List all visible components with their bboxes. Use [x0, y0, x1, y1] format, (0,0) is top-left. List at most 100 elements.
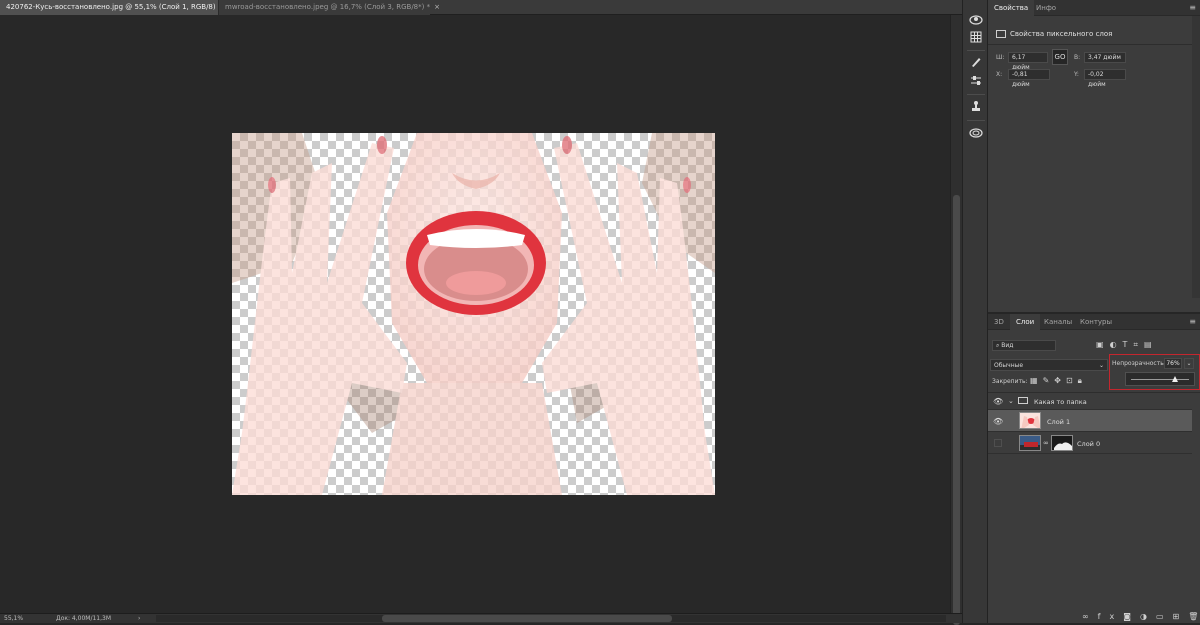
opacity-slider-track[interactable]: [1131, 379, 1189, 380]
width-field[interactable]: 6,17 дюйм: [1008, 52, 1048, 71]
chevron-down-icon: ⌄: [1186, 360, 1192, 367]
opacity-label: Непрозрачность:: [1112, 360, 1166, 367]
tab-layers[interactable]: Слои: [1010, 314, 1041, 330]
layers-panel-tabs: 3D Слои Каналы Контуры ≡: [988, 314, 1200, 330]
panel-menu-icon[interactable]: ≡: [1189, 4, 1196, 12]
lock-transparent-icon[interactable]: ▦: [1030, 376, 1043, 385]
adjust-sliders-icon[interactable]: [968, 75, 984, 89]
properties-panel: Свойства Инфо ≡ Свойства пиксельного сло…: [988, 0, 1200, 312]
visibility-toggle[interactable]: [994, 439, 1002, 447]
document-tab-inactive[interactable]: mwroad-восстановлено.jpeg @ 16,7% (Слой …: [218, 0, 440, 15]
close-tab-icon[interactable]: ×: [434, 3, 440, 11]
lock-icons: ▦✎✥⊡🔒︎: [1030, 376, 1087, 386]
link-dimensions-button[interactable]: GO: [1052, 49, 1068, 65]
image-icon: [996, 30, 1006, 38]
lock-artboard-icon[interactable]: ⊡: [1066, 376, 1078, 385]
tab-properties[interactable]: Свойства: [988, 0, 1035, 16]
panel-icon-strip: [962, 0, 988, 623]
visibility-eye-icon[interactable]: 👁︎: [993, 417, 1003, 426]
scrollbar-thumb[interactable]: [382, 615, 672, 622]
layer-name[interactable]: Слой 1: [1047, 418, 1070, 426]
layer-name[interactable]: Какая то папка: [1034, 398, 1087, 406]
chevron-down-icon[interactable]: ⌄: [1008, 397, 1014, 405]
clone-stamp-icon[interactable]: [968, 100, 984, 114]
height-label: В:: [1074, 54, 1081, 61]
layer-filter-icons: ▣◐T⌗▤: [1096, 340, 1158, 350]
filter-type-icon[interactable]: T: [1123, 340, 1134, 349]
folder-icon[interactable]: ▭: [1156, 612, 1173, 621]
layer-name[interactable]: Слой 0: [1077, 440, 1100, 448]
lock-move-icon[interactable]: ✥: [1054, 376, 1066, 385]
layers-bottom-toolbar: ∞fx◙◑▭⊞🗑︎: [1082, 612, 1200, 621]
chain-link-icon[interactable]: ∞: [1043, 439, 1049, 447]
strip-divider: [967, 94, 985, 95]
strip-divider: [967, 50, 985, 51]
link-icon[interactable]: ∞: [1082, 612, 1098, 621]
blend-mode-select[interactable]: Обычные ⌄: [990, 359, 1108, 371]
divider: [988, 392, 1200, 393]
filter-shape-icon[interactable]: ⌗: [1133, 340, 1144, 349]
layer-row-group[interactable]: 👁︎ ⌄ Какая то папка: [988, 394, 1192, 410]
lock-brush-icon[interactable]: ✎: [1043, 376, 1055, 385]
filter-adjustment-icon[interactable]: ◐: [1110, 340, 1123, 349]
3d-icon[interactable]: [968, 14, 984, 28]
document-size: Док: 4,00M/11,3M: [56, 615, 112, 622]
tab-3d[interactable]: 3D: [988, 314, 1010, 330]
document-tabbar: 420762-Кусь-восстановлено.jpg @ 55,1% (С…: [0, 0, 962, 15]
filter-image-icon[interactable]: ▣: [1096, 340, 1110, 349]
y-label: Y:: [1074, 71, 1079, 78]
folder-icon: [1018, 397, 1028, 404]
divider: [988, 44, 1200, 45]
canvas-vertical-scrollbar[interactable]: [950, 15, 962, 625]
opacity-slider-popup[interactable]: [1125, 372, 1195, 386]
layer-row-selected[interactable]: 👁︎ Слой 1: [988, 410, 1192, 432]
zoom-level[interactable]: 55,1%: [4, 614, 23, 623]
tab-info[interactable]: Инфо: [1030, 0, 1062, 16]
status-bar: 55,1% Док: 4,00M/11,3M ›: [0, 613, 962, 623]
fx-icon[interactable]: fx: [1098, 612, 1124, 621]
new-layer-icon[interactable]: ⊞: [1173, 612, 1189, 621]
layer-filter-select[interactable]: ⌕ Вид: [992, 340, 1056, 351]
document-tab-title: mwroad-восстановлено.jpeg @ 16,7% (Слой …: [225, 3, 431, 11]
y-field[interactable]: -0,02 дюйм: [1084, 69, 1126, 88]
properties-header: Свойства пиксельного слоя: [996, 28, 1112, 40]
layer-mask-thumbnail[interactable]: [1051, 435, 1073, 451]
lock-label: Закрепить:: [992, 378, 1028, 385]
filter-smart-object-icon[interactable]: ▤: [1144, 340, 1158, 349]
properties-title: Свойства пиксельного слоя: [1010, 30, 1113, 38]
lock-all-icon[interactable]: 🔒︎: [1078, 376, 1087, 385]
layers-3d-icon[interactable]: [968, 127, 984, 141]
layers-panel: 3D Слои Каналы Контуры ≡ ⌕ Вид ▣◐T⌗▤ Обы…: [988, 312, 1200, 623]
canvas-horizontal-scrollbar[interactable]: [156, 615, 946, 622]
document-image[interactable]: [232, 133, 715, 495]
tab-paths[interactable]: Контуры: [1074, 314, 1118, 330]
x-field[interactable]: -0,81 дюйм: [1008, 69, 1050, 88]
height-field[interactable]: 3,47 дюйм: [1084, 52, 1126, 63]
layer-row[interactable]: ∞ Слой 0: [988, 432, 1192, 454]
panel-menu-icon[interactable]: ≡: [1189, 318, 1196, 326]
layer-image-artwork: [232, 133, 715, 495]
opacity-slider-knob[interactable]: [1172, 376, 1179, 382]
opacity-dropdown-button[interactable]: ⌄: [1184, 358, 1194, 369]
mask-icon[interactable]: ◙: [1123, 612, 1140, 621]
grid-icon[interactable]: [968, 31, 984, 45]
status-menu-arrow[interactable]: ›: [138, 614, 140, 623]
document-tab-title: 420762-Кусь-восстановлено.jpg @ 55,1% (С…: [6, 3, 222, 11]
strip-divider: [967, 120, 985, 121]
visibility-eye-icon[interactable]: 👁︎: [993, 397, 1003, 406]
tab-channels[interactable]: Каналы: [1038, 314, 1078, 330]
panel-scrollbar[interactable]: [1192, 16, 1200, 298]
adjustment-icon[interactable]: ◑: [1140, 612, 1156, 621]
scrollbar-thumb[interactable]: [953, 195, 960, 625]
opacity-field[interactable]: 76%: [1164, 358, 1182, 369]
canvas-area[interactable]: [0, 15, 950, 613]
layer-thumbnail: [1019, 412, 1041, 429]
x-label: X:: [996, 71, 1003, 78]
blend-mode-value: Обычные: [994, 362, 1024, 369]
layer-thumbnail: [1019, 435, 1041, 451]
chevron-down-icon: ⌄: [1098, 362, 1104, 369]
trash-icon[interactable]: 🗑︎: [1188, 612, 1200, 621]
brush-icon[interactable]: [968, 56, 984, 70]
width-label: Ш:: [996, 54, 1005, 61]
document-tab-active[interactable]: 420762-Кусь-восстановлено.jpg @ 55,1% (С…: [0, 0, 231, 15]
